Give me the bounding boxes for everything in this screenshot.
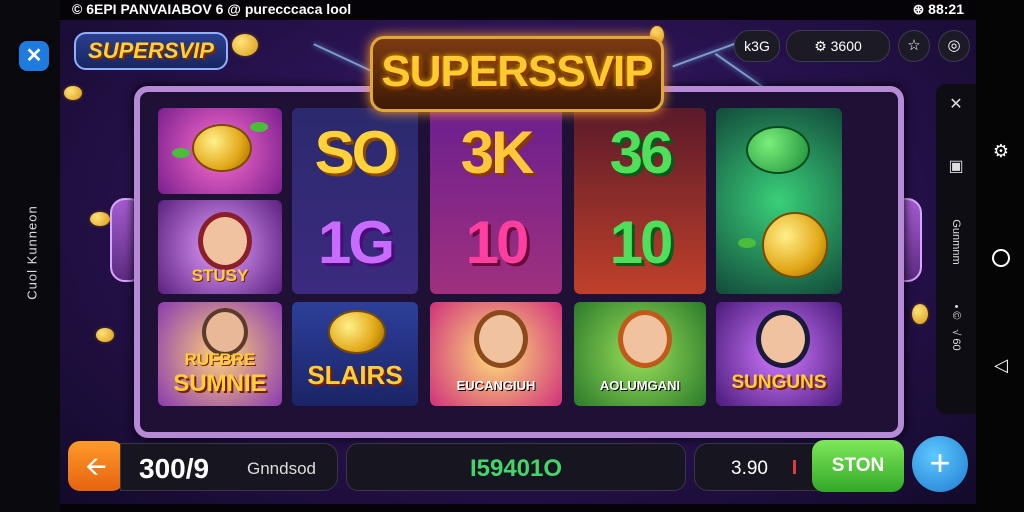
- symbol-label: EUCANGIUH: [456, 378, 536, 393]
- side-caption: Cuol Kunneon: [24, 205, 40, 300]
- reel-cell-character: SUNGUNS: [716, 302, 842, 406]
- leaf-icon: [738, 238, 756, 248]
- menu-square-icon[interactable]: ▣: [936, 156, 976, 176]
- reel-cell-coins: [716, 108, 842, 294]
- logo-badge: SUPERSVIP: [74, 32, 228, 70]
- side-panel: ✕ ▣ Gunmnm • © √ 60: [936, 84, 976, 414]
- reels-frame: STUSY RUFBRE SUMNIE SO 1G SLAIRS 3K 10 E…: [134, 86, 904, 438]
- arrow-left-icon[interactable]: 🡨: [68, 441, 124, 491]
- close-panel-icon[interactable]: ✕: [936, 94, 976, 114]
- status-right-text: ⊛ 88:21: [912, 1, 964, 17]
- reel-cell-coins: [158, 108, 282, 194]
- coin-icon: [762, 212, 828, 278]
- side-panel-label: √ 60: [950, 329, 962, 351]
- status-left-text: © 6EPI PANVAIABOV 6 @ puгесссаса lool: [72, 1, 352, 17]
- symbol-value: 36: [609, 119, 674, 186]
- hud-gem-counter[interactable]: k3G: [734, 30, 780, 62]
- bet-value: 3.90: [731, 458, 768, 479]
- coin-decoration: [912, 304, 928, 324]
- balance-display: 300/9 Gnndsod: [120, 443, 338, 491]
- reel-cell-character: STUSY: [158, 200, 282, 294]
- star-icon[interactable]: ☆: [898, 30, 930, 62]
- reel-column: 3K 10: [430, 108, 562, 294]
- coin-decoration: [64, 86, 82, 100]
- symbol-label: AOLUMGANI: [599, 378, 681, 393]
- reel-column: SO 1G: [292, 108, 418, 294]
- coin-stack-icon: [746, 126, 810, 174]
- reel-cell-character: AOLUMGANI: [574, 302, 706, 406]
- title-banner: SUPERSSVIP: [370, 36, 664, 112]
- character-face: [756, 310, 810, 368]
- character-face: [202, 308, 248, 356]
- character-face: [474, 310, 528, 368]
- spin-button[interactable]: STON: [812, 440, 904, 492]
- coin-decoration: [96, 328, 114, 342]
- puzzle-icon[interactable]: ⚙: [992, 142, 1010, 160]
- leaf-icon: [172, 148, 190, 158]
- game-screen: SUPERSVIP k3G ⚙ 3600 ☆ ◎ STUSY RUFBRE SU…: [60, 20, 976, 504]
- character-face: [198, 212, 252, 270]
- balance-unit: Gnndsod: [247, 459, 316, 478]
- close-icon[interactable]: ✕: [19, 41, 49, 71]
- coin-icon: [192, 124, 252, 172]
- reel-cell-character: EUCANGIUH: [430, 302, 562, 406]
- hud-coin-counter[interactable]: ⚙ 3600: [786, 30, 890, 62]
- coin-icon: [328, 310, 386, 354]
- game-title: SUPERSSVIP: [381, 47, 653, 96]
- symbol-value: 1G: [317, 209, 395, 276]
- plus-icon[interactable]: +: [912, 436, 968, 492]
- leaf-icon: [250, 122, 268, 132]
- symbol-label: SUNGUNS: [731, 372, 827, 393]
- symbol-label: STUSY: [191, 266, 249, 285]
- reel-cell-coins: SLAIRS: [292, 302, 418, 406]
- character-face: [618, 310, 672, 368]
- balance-value: 300/9: [139, 453, 210, 484]
- win-value: I59401O: [469, 455, 563, 482]
- reel-column: 36 10: [574, 108, 706, 294]
- symbol-label: SLAIRS: [307, 360, 403, 390]
- device-nav-bar: ⚙ ◁: [976, 0, 1024, 512]
- symbol-value: SO: [314, 119, 399, 186]
- back-nav-icon[interactable]: ◁: [992, 356, 1010, 374]
- control-bar: 🡨 300/9 Gnndsod I59401O 3.90 STON +: [60, 436, 976, 504]
- coin-decoration: [90, 212, 110, 226]
- status-bar: © 6EPI PANVAIABOV 6 @ puгесссаса lool ⊛ …: [60, 0, 976, 20]
- bet-display[interactable]: 3.90: [694, 443, 826, 491]
- symbol-value: 10: [609, 209, 674, 276]
- symbol-label-line1: RUFBRE: [184, 350, 256, 369]
- device-left-bezel: ✕ Cuol Kunneon: [0, 0, 60, 512]
- home-icon[interactable]: [992, 249, 1010, 267]
- bet-marker: [793, 460, 796, 474]
- settings-icon[interactable]: ◎: [938, 30, 970, 62]
- symbol-label-line2: SUMNIE: [173, 370, 267, 397]
- side-panel-label: Gunmnm: [950, 219, 962, 265]
- reel-cell-character: RUFBRE SUMNIE: [158, 302, 282, 406]
- symbol-value: 10: [465, 209, 530, 276]
- symbol-value: 3K: [460, 119, 535, 186]
- win-display: I59401O: [346, 443, 686, 491]
- coin-icon: [232, 34, 258, 56]
